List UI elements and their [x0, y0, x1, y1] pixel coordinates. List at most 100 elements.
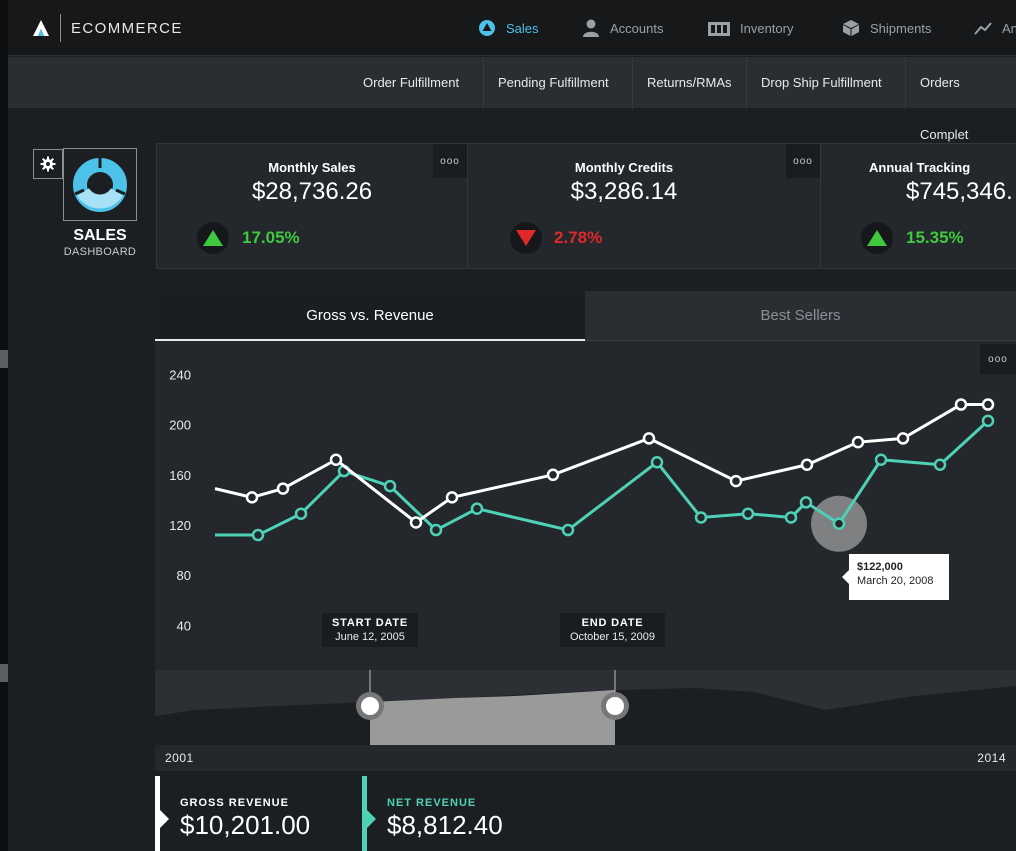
trend-badge — [510, 222, 542, 254]
tab-gross-vs-revenue[interactable]: Gross vs. Revenue — [155, 291, 585, 341]
y-tick-label: 80 — [177, 568, 191, 583]
settings-button[interactable] — [33, 149, 63, 179]
data-point[interactable] — [800, 458, 814, 472]
data-point[interactable] — [851, 435, 865, 449]
data-point[interactable] — [561, 523, 575, 537]
subnav-pending-fulfillment[interactable]: Pending Fulfillment — [483, 57, 623, 109]
data-point[interactable] — [470, 502, 484, 515]
kpi-card-monthly-credits: ooo Monthly Credits $3,286.14 2.78% — [467, 143, 821, 269]
edge-tab[interactable] — [0, 664, 8, 682]
y-tick-label: 200 — [169, 418, 191, 433]
nav-analytics-label: An — [1002, 20, 1016, 36]
dashboard-subtitle: DASHBOARD — [63, 246, 137, 258]
kpi-change: 2.78% — [554, 228, 603, 247]
end-handle[interactable] — [606, 697, 624, 715]
data-point[interactable] — [276, 482, 290, 495]
subnav-order-fulfillment[interactable]: Order Fulfillment — [349, 57, 473, 109]
selected-range — [370, 690, 615, 745]
data-point[interactable] — [694, 511, 708, 524]
line-chart: ooo 240 200 160 120 80 40 START DATE June 12,… — [155, 341, 1016, 670]
start-date-title: START DATE — [332, 617, 409, 629]
data-point[interactable] — [294, 507, 308, 520]
top-navigation: ECOMMERCE Sales Accounts Inventory Shipm… — [8, 0, 1016, 56]
box-icon — [843, 20, 859, 36]
subnav-drop-ship[interactable]: Drop Ship Fulfillment — [746, 57, 896, 109]
y-tick-label: 40 — [177, 618, 191, 633]
gross-revenue-label: GROSS REVENUE — [180, 797, 289, 809]
nav-shipments[interactable]: Shipments — [842, 16, 931, 40]
data-point[interactable] — [784, 511, 798, 524]
data-point[interactable] — [832, 517, 846, 530]
y-tick-label: 120 — [169, 518, 191, 533]
brand-logo-icon — [33, 20, 49, 36]
brand-name: ECOMMERCE — [71, 19, 183, 37]
sub-navigation: Order Fulfillment Pending Fulfillment Re… — [8, 57, 1016, 142]
tab-best-sellers[interactable]: Best Sellers — [585, 291, 1016, 341]
net-revenue-block: NET REVENUE $8,812.40 — [362, 776, 562, 851]
arrow-up-icon — [867, 230, 887, 246]
data-point[interactable] — [981, 414, 995, 428]
data-point[interactable] — [245, 491, 259, 504]
net-revenue-notch — [367, 810, 376, 828]
data-point[interactable] — [383, 479, 397, 493]
donut-chart-icon — [73, 157, 127, 212]
subnav-returns[interactable]: Returns/RMAs — [632, 57, 746, 109]
nav-inventory[interactable]: Inventory — [708, 16, 793, 40]
end-date-title: END DATE — [581, 617, 644, 629]
kpi-title: Annual Tracking — [869, 160, 971, 175]
data-point[interactable] — [642, 432, 656, 445]
range-year-start: 2001 — [165, 751, 194, 765]
arrow-down-icon — [516, 230, 536, 246]
y-tick-label: 240 — [169, 367, 191, 382]
arrow-up-icon — [203, 230, 223, 246]
trend-badge — [861, 222, 893, 254]
date-range-slider[interactable] — [155, 670, 1016, 745]
sales-dashboard-icon-box[interactable] — [63, 148, 137, 221]
data-point[interactable] — [896, 432, 910, 445]
inventory-icon — [708, 22, 730, 36]
data-point[interactable] — [429, 523, 443, 537]
data-point[interactable] — [799, 496, 813, 509]
brand[interactable]: ECOMMERCE — [32, 14, 183, 42]
window-edge-strip — [0, 0, 8, 851]
sales-icon — [479, 20, 495, 36]
nav-sales[interactable]: Sales — [478, 16, 539, 40]
nav-analytics[interactable]: An — [974, 16, 1016, 40]
edge-tab[interactable] — [0, 350, 8, 368]
data-point[interactable] — [251, 528, 265, 542]
gross-revenue-notch — [160, 810, 169, 828]
end-date-label: END DATE October 15, 2009 — [560, 613, 666, 647]
data-point[interactable] — [874, 453, 888, 466]
gross-revenue-block: GROSS REVENUE $10,201.00 — [155, 776, 355, 851]
kpi-change: 17.05% — [242, 228, 300, 247]
data-point[interactable] — [741, 507, 755, 520]
trend-badge — [197, 222, 229, 254]
data-point[interactable] — [981, 398, 995, 411]
kpi-title: Monthly Sales — [268, 160, 356, 175]
data-point[interactable] — [546, 468, 560, 482]
y-tick-label: 160 — [169, 468, 191, 483]
data-point[interactable] — [954, 398, 968, 411]
nav-accounts-label: Accounts — [610, 20, 664, 36]
data-point[interactable] — [933, 458, 947, 472]
data-point[interactable] — [729, 474, 743, 488]
start-date-label: START DATE June 12, 2005 — [322, 613, 419, 647]
data-point[interactable] — [329, 453, 343, 466]
series-line — [215, 419, 990, 537]
subnav-orders-complete[interactable]: Orders Complet — [905, 57, 1016, 142]
more-options-button[interactable]: ooo — [786, 144, 820, 178]
chart-more-options-button[interactable]: ooo — [980, 344, 1016, 374]
kpi-value: $3,286.14 — [570, 178, 678, 205]
start-handle[interactable] — [361, 697, 379, 715]
data-point[interactable] — [445, 491, 459, 504]
range-overview-svg — [155, 670, 1016, 745]
data-point[interactable] — [650, 456, 664, 469]
kpi-change: 15.35% — [906, 228, 964, 247]
net-revenue-value: $8,812.40 — [387, 810, 503, 840]
end-date-value: October 15, 2009 — [570, 631, 656, 643]
nav-accounts[interactable]: Accounts — [582, 16, 663, 40]
data-point[interactable] — [409, 516, 423, 529]
kpi-value: $745,346. — [906, 178, 1013, 205]
kpi-title: Monthly Credits — [574, 160, 674, 175]
chart-panel: Gross vs. Revenue Best Sellers ooo 240 20… — [155, 291, 1016, 851]
